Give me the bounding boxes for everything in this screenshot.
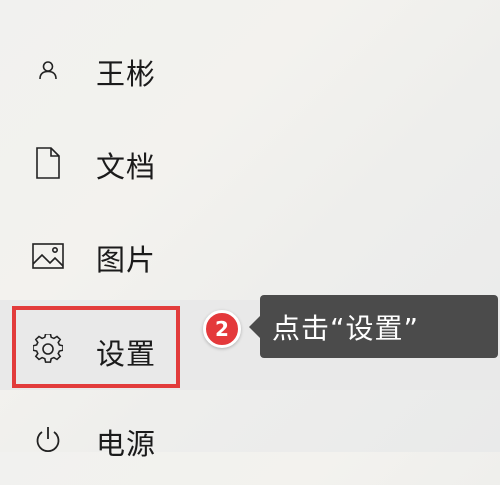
menu-item-power-label: 电源	[96, 427, 157, 461]
menu-item-user[interactable]: 王彬	[0, 25, 500, 115]
settings-highlight-box	[12, 306, 180, 388]
menu-item-pictures[interactable]: 图片	[0, 211, 500, 301]
menu-item-user-label: 王彬	[96, 57, 157, 91]
user-icon	[30, 52, 66, 88]
instruction-callout-text: 点击“设置”	[272, 311, 420, 345]
power-icon	[30, 422, 66, 458]
document-icon	[30, 145, 66, 181]
callout-pointer	[249, 316, 260, 338]
picture-icon	[30, 238, 66, 274]
menu-item-documents[interactable]: 文档	[0, 118, 500, 208]
instruction-callout: 点击“设置”	[249, 295, 498, 358]
menu-item-power[interactable]: 电源	[0, 395, 500, 485]
step-number-badge: 2	[203, 310, 241, 348]
menu-item-pictures-label: 图片	[96, 243, 157, 277]
menu-item-documents-label: 文档	[96, 150, 157, 184]
